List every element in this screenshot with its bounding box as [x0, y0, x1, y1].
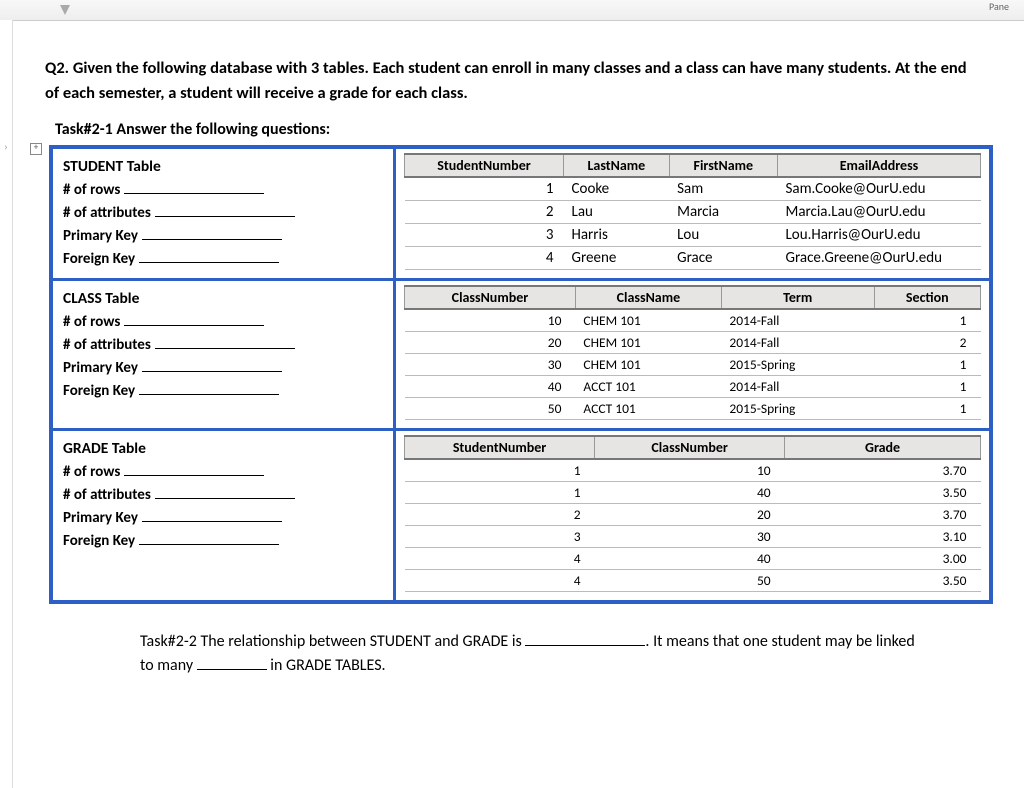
blank-field[interactable]: [142, 371, 282, 372]
table-row: 4GreeneGraceGrace.Greene@OurU.edu: [405, 246, 981, 269]
task22-suffix: in GRADE TABLES.: [267, 656, 386, 675]
meta-rows-label: # of rows: [63, 181, 120, 199]
blank-field[interactable]: [525, 645, 645, 646]
blank-field[interactable]: [155, 216, 295, 217]
th-studentnumber: StudentNumber: [405, 154, 564, 177]
class-title: CLASS Table: [63, 287, 383, 311]
blank-field[interactable]: [139, 262, 279, 263]
table-row: 1103.70: [405, 459, 981, 482]
table-row: 2203.70: [405, 503, 981, 525]
table-row: 1CookeSamSam.Cooke@OurU.edu: [405, 177, 981, 201]
blank-field[interactable]: [142, 521, 282, 522]
blank-field[interactable]: [155, 498, 295, 499]
table-row: 1403.50: [405, 481, 981, 503]
task-2-2-text: Task#2-2 The relationship between STUDEN…: [140, 630, 919, 680]
table-row: 50ACCT 1012015-Spring1: [405, 397, 981, 419]
th-section: Section: [874, 286, 980, 309]
task22-prefix: Task#2-2 The relationship between STUDEN…: [140, 632, 525, 651]
th-studentnumber: StudentNumber: [405, 436, 595, 459]
th-classname: ClassName: [575, 286, 721, 309]
grade-title: GRADE Table: [63, 437, 383, 461]
grade-table: StudentNumber ClassNumber Grade 1103.701…: [404, 435, 981, 592]
ruler-left: ›: [0, 20, 13, 788]
blank-field[interactable]: [155, 348, 295, 349]
blank-field[interactable]: [124, 193, 264, 194]
class-table: ClassNumber ClassName Term Section 10CHE…: [404, 285, 981, 420]
student-table: StudentNumber LastName FirstName EmailAd…: [404, 153, 981, 270]
task-2-1-heading: Task#2-1 Answer the following questions:: [55, 120, 979, 139]
th-firstname: FirstName: [669, 154, 777, 177]
table-row: 4403.00: [405, 547, 981, 569]
tables-frame: STUDENT Table # of rows # of attributes …: [49, 145, 993, 604]
expand-icon[interactable]: +: [30, 143, 42, 155]
class-block: CLASS Table # of rows # of attributes Pr…: [53, 281, 989, 431]
blank-field[interactable]: [124, 475, 264, 476]
table-row: 40ACCT 1012014-Fall1: [405, 375, 981, 397]
th-grade: Grade: [785, 436, 981, 459]
table-row: 3303.10: [405, 525, 981, 547]
grade-meta: GRADE Table # of rows # of attributes Pr…: [53, 431, 396, 600]
student-block: STUDENT Table # of rows # of attributes …: [53, 149, 989, 281]
blank-field[interactable]: [139, 544, 279, 545]
th-lastname: LastName: [564, 154, 670, 177]
class-meta: CLASS Table # of rows # of attributes Pr…: [53, 281, 396, 428]
document-content: Q2. Given the following database with 3 …: [0, 21, 1024, 689]
grade-block: GRADE Table # of rows # of attributes Pr…: [53, 431, 989, 600]
table-row: 30CHEM 1012015-Spring1: [405, 353, 981, 375]
page: Pane › Q2. Given the following database …: [0, 0, 1024, 788]
ruler-top: [0, 0, 1024, 21]
student-meta: STUDENT Table # of rows # of attributes …: [53, 149, 396, 278]
pane-label: Pane: [989, 0, 1009, 13]
th-classnumber: ClassNumber: [405, 286, 576, 309]
blank-field[interactable]: [142, 239, 282, 240]
th-classnumber: ClassNumber: [595, 436, 785, 459]
blank-field[interactable]: [197, 669, 267, 670]
question-text: Q2. Given the following database with 3 …: [45, 56, 979, 106]
table-row: 2LauMarciaMarcia.Lau@OurU.edu: [405, 200, 981, 223]
blank-field[interactable]: [139, 394, 279, 395]
blank-field[interactable]: [124, 325, 264, 326]
table-row: 4503.50: [405, 569, 981, 591]
meta-attrs-label: # of attributes: [63, 204, 151, 222]
meta-pk-label: Primary Key: [63, 227, 138, 245]
th-term: Term: [721, 286, 874, 309]
table-row: 20CHEM 1012014-Fall2: [405, 331, 981, 353]
meta-fk-label: Foreign Key: [63, 250, 135, 268]
student-title: STUDENT Table: [63, 155, 383, 179]
table-row: 3HarrisLouLou.Harris@OurU.edu: [405, 223, 981, 246]
table-row: 10CHEM 1012014-Fall1: [405, 309, 981, 332]
th-email: EmailAddress: [778, 154, 981, 177]
